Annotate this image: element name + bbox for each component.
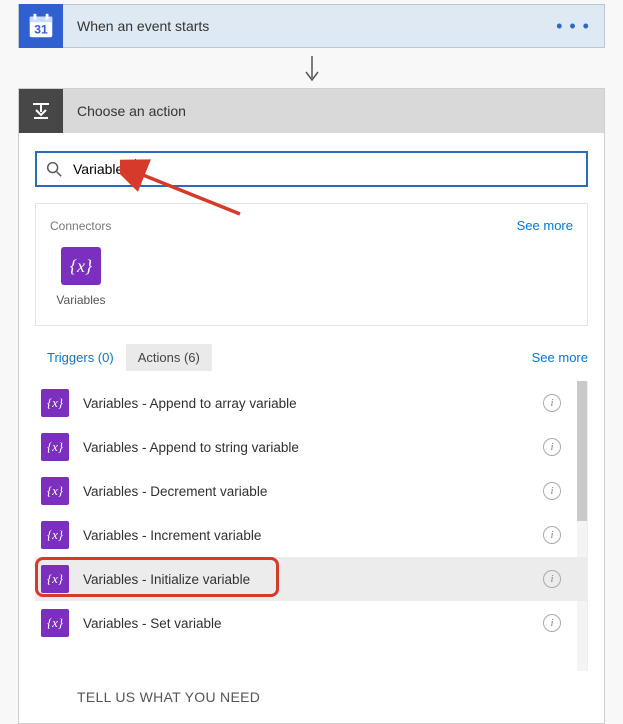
variables-icon: {x} <box>41 565 69 593</box>
connector-tile-label: Variables <box>50 293 112 307</box>
connectors-section: Connectors See more {x} Variables <box>35 203 588 326</box>
variables-icon: {x} <box>41 521 69 549</box>
action-row-append-string[interactable]: {x} Variables - Append to string variabl… <box>35 425 587 469</box>
action-row-decrement[interactable]: {x} Variables - Decrement variable i <box>35 469 587 513</box>
actions-see-more-link[interactable]: See more <box>532 350 588 365</box>
action-row-set[interactable]: {x} Variables - Set variable i <box>35 601 587 645</box>
connectors-see-more-link[interactable]: See more <box>517 218 573 233</box>
info-icon[interactable]: i <box>543 570 561 588</box>
action-row-label: Variables - Decrement variable <box>83 484 543 499</box>
action-search-box[interactable] <box>35 151 588 187</box>
action-row-initialize[interactable]: {x} Variables - Initialize variable i <box>35 557 587 601</box>
actions-tabs: Triggers (0) Actions (6) See more <box>35 344 588 371</box>
trigger-card[interactable]: 31 When an event starts • • • <box>18 4 605 48</box>
text-caret <box>135 159 136 179</box>
trigger-title: When an event starts <box>63 18 556 34</box>
variables-icon: {x} <box>41 477 69 505</box>
action-list: {x} Variables - Append to array variable… <box>35 381 588 671</box>
info-icon[interactable]: i <box>543 394 561 412</box>
action-row-label: Variables - Increment variable <box>83 528 543 543</box>
choose-action-icon <box>19 89 63 133</box>
action-row-label: Variables - Initialize variable <box>83 572 543 587</box>
action-row-label: Variables - Set variable <box>83 616 543 631</box>
info-icon[interactable]: i <box>543 482 561 500</box>
variables-icon: {x} <box>41 433 69 461</box>
svg-text:31: 31 <box>34 23 48 37</box>
action-picker-header: Choose an action <box>19 89 604 133</box>
info-icon[interactable]: i <box>543 526 561 544</box>
flow-connector-arrow <box>0 54 623 84</box>
tab-actions[interactable]: Actions (6) <box>126 344 212 371</box>
connectors-label: Connectors <box>50 219 111 233</box>
trigger-menu-button[interactable]: • • • <box>556 16 604 37</box>
action-row-label: Variables - Append to string variable <box>83 440 543 455</box>
connector-tile-variables[interactable]: {x} Variables <box>50 247 112 307</box>
action-picker-card: Choose an action Connectors See more {x}… <box>18 88 605 724</box>
action-row-append-array[interactable]: {x} Variables - Append to array variable… <box>35 381 587 425</box>
info-icon[interactable]: i <box>543 614 561 632</box>
action-row-increment[interactable]: {x} Variables - Increment variable i <box>35 513 587 557</box>
info-icon[interactable]: i <box>543 438 561 456</box>
action-picker-title: Choose an action <box>63 103 186 119</box>
tab-triggers[interactable]: Triggers (0) <box>35 344 126 371</box>
footer-link[interactable]: TELL US WHAT YOU NEED <box>77 689 588 705</box>
variables-icon: {x} <box>41 609 69 637</box>
search-icon <box>45 160 63 178</box>
action-row-label: Variables - Append to array variable <box>83 396 543 411</box>
variables-icon: {x} <box>61 247 101 285</box>
calendar-icon: 31 <box>19 4 63 48</box>
action-search-input[interactable] <box>73 161 578 177</box>
variables-icon: {x} <box>41 389 69 417</box>
